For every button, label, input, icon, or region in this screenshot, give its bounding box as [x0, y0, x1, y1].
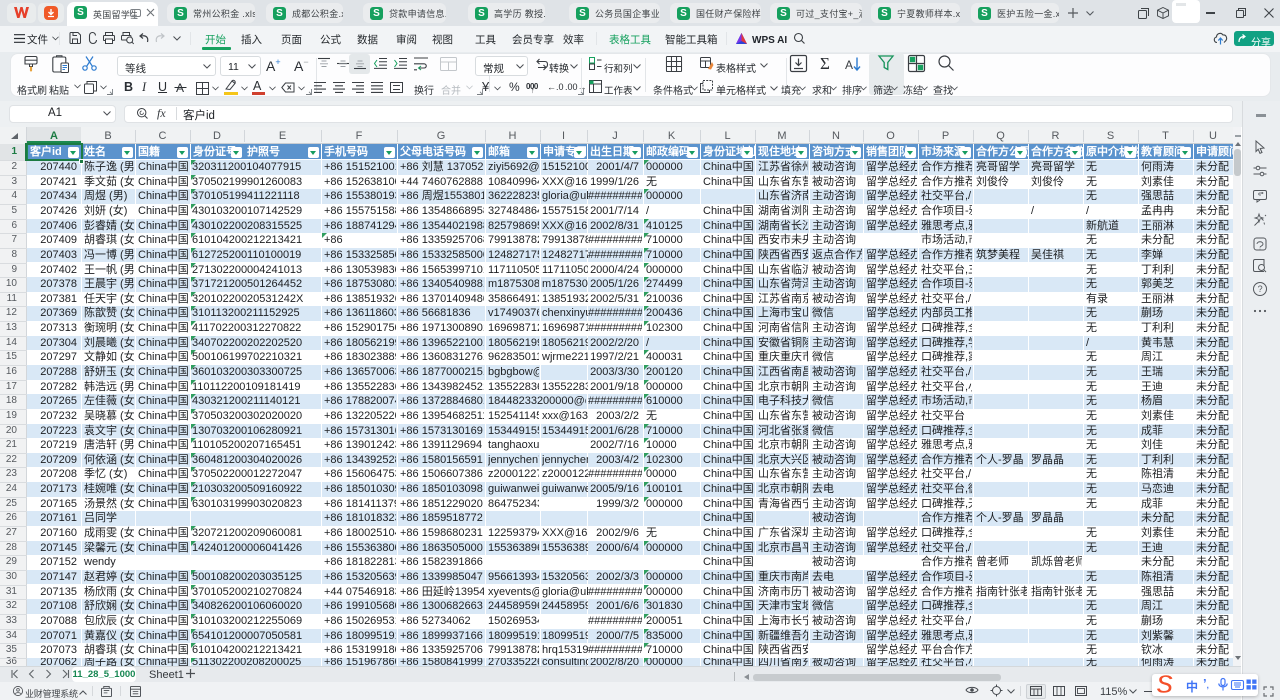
svg-text:?: ? [1258, 284, 1263, 294]
svg-text:S: S [1156, 669, 1174, 699]
svg-text:A: A [845, 58, 853, 72]
